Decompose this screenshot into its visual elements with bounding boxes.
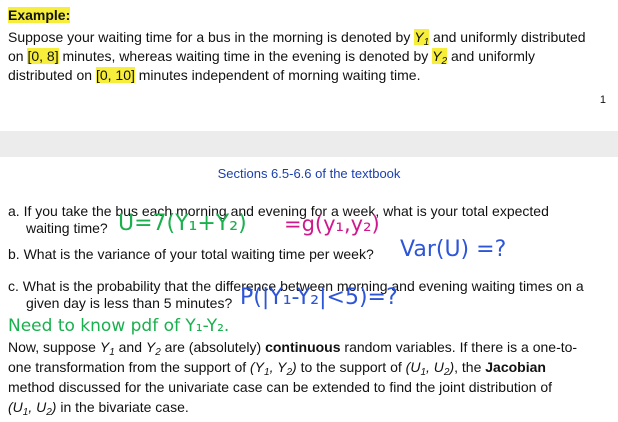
slide-bottom: Sections 6.5-6.6 of the textbook a. If y… [0,157,618,419]
section-reference: Sections 6.5-6.6 of the textbook [217,166,401,181]
paragraph-line-4: (U1, U2) in the bivariate case. [8,399,189,418]
question-b: b. What is the variance of your total wa… [8,246,374,262]
handwritten-g-equation: =g(y₁,y₂) [284,212,380,236]
handwritten-u-equation: U=7(Y₁+Y₂) [118,211,247,236]
question-c-line-2: given day is less than 5 minutes? [26,295,233,311]
slide-top: Example: Suppose your waiting time for a… [0,0,618,131]
handwritten-note: Need to know pdf of Y₁-Y₂. [8,316,230,336]
question-a-line-2: waiting time? [26,220,108,236]
page-divider [0,131,618,157]
example-line-3: distributed on [0, 10] minutes independe… [8,67,421,83]
example-label: Example: [8,7,71,23]
paragraph-line-3: method discussed for the univariate case… [8,379,553,395]
handwritten-variance: Var(U) =? [400,237,507,262]
page-number: 1 [599,94,606,106]
question-a-line-1: a. If you take the bus each morning and … [8,203,549,219]
handwritten-probability: P(|Y₁-Y₂|<5)=? [240,285,398,310]
